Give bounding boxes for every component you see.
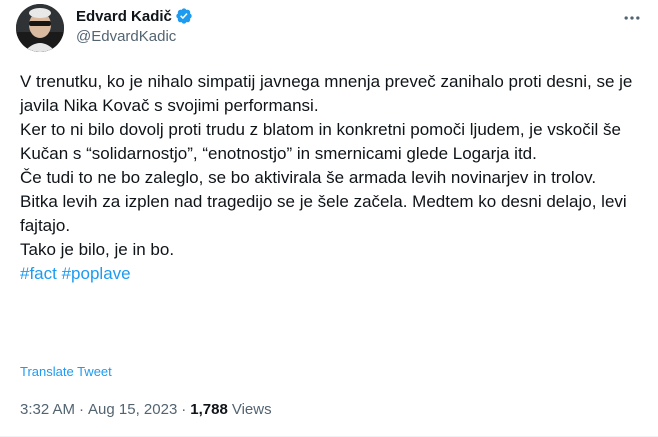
tweet-text-line: V trenutku, ko je nihalo simpatij javneg… — [20, 72, 633, 115]
hashtag-link[interactable]: #poplave — [62, 264, 131, 283]
translate-tweet-link[interactable]: Translate Tweet — [20, 364, 112, 379]
tweet-text-line: Če tudi to ne bo zaleglo, se bo aktivira… — [20, 168, 597, 187]
avatar-image — [16, 4, 64, 52]
name-row: Edvard Kadič — [76, 6, 193, 26]
tweet-text-line: Bitka levih za izplen nad tragedijo se j… — [20, 192, 627, 235]
hashtag-row: #fact #poplave — [20, 262, 640, 286]
tweet-time[interactable]: 3:32 AM — [20, 401, 75, 418]
meta-separator: · — [181, 401, 187, 418]
tweet-date[interactable]: Aug 15, 2023 — [88, 401, 177, 418]
tweet-container: Edvard Kadič @EdvardKadic V trenutku, ko… — [0, 0, 658, 437]
tweet-body: V trenutku, ko je nihalo simpatij javneg… — [20, 70, 640, 286]
meta-separator: · — [79, 401, 85, 418]
tweet-meta: 3:32 AM · Aug 15, 2023 · 1,788 Views — [20, 401, 272, 418]
views-count: 1,788 — [190, 401, 228, 418]
author-block: Edvard Kadič @EdvardKadic — [76, 6, 193, 45]
tweet-text-line: Ker to ni bilo dovolj proti trudu z blat… — [20, 120, 621, 163]
avatar[interactable] — [16, 4, 64, 52]
more-options-icon[interactable] — [620, 6, 644, 30]
author-handle[interactable]: @EdvardKadic — [76, 28, 193, 45]
verified-badge-icon — [175, 7, 193, 25]
tweet-text-line: Tako je bilo, je in bo. — [20, 240, 175, 259]
views-label: Views — [231, 401, 272, 418]
hashtag-link[interactable]: #fact — [20, 264, 57, 283]
author-display-name[interactable]: Edvard Kadič — [76, 8, 172, 25]
